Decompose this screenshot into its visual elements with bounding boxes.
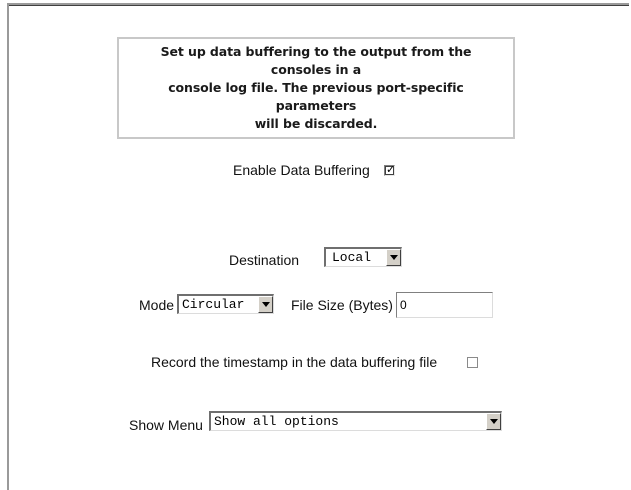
info-box: Set up data buffering to the output from… <box>117 37 515 139</box>
enable-buffering-checkbox[interactable]: ✓ <box>384 163 396 176</box>
mode-value: Circular <box>182 297 245 312</box>
mode-label: Mode <box>139 297 175 313</box>
mode-select[interactable]: Circular <box>177 294 274 314</box>
info-text: Set up data buffering to the output from… <box>135 43 497 133</box>
destination-value: Local <box>332 250 372 265</box>
timestamp-checkbox[interactable] <box>467 357 478 368</box>
destination-dropdown-button[interactable] <box>386 249 401 266</box>
show-menu-dropdown-button[interactable] <box>486 413 501 430</box>
destination-label: Destination <box>229 252 300 268</box>
show-menu-select[interactable]: Show all options <box>209 411 502 431</box>
show-menu-label: Show Menu <box>129 417 203 433</box>
timestamp-label: Record the timestamp in the data bufferi… <box>151 354 438 370</box>
info-line-1: Set up data buffering to the output from… <box>160 44 472 77</box>
enable-buffering-label: Enable Data Buffering <box>233 162 370 178</box>
mode-dropdown-button[interactable] <box>258 296 273 313</box>
triangle-down-icon <box>390 255 398 260</box>
destination-select[interactable]: Local <box>324 247 402 267</box>
info-line-2: console log file. The previous port-spec… <box>168 80 464 113</box>
file-size-label: File Size (Bytes) <box>291 297 393 313</box>
file-size-input[interactable]: 0 <box>396 292 493 318</box>
triangle-down-icon <box>262 302 270 307</box>
checkmark-icon: ✓ <box>386 163 396 176</box>
triangle-down-icon <box>490 419 498 424</box>
info-line-3: will be discarded. <box>254 116 378 131</box>
file-size-value: 0 <box>400 298 407 312</box>
show-menu-value: Show all options <box>214 414 339 429</box>
frame-divider <box>9 5 629 6</box>
